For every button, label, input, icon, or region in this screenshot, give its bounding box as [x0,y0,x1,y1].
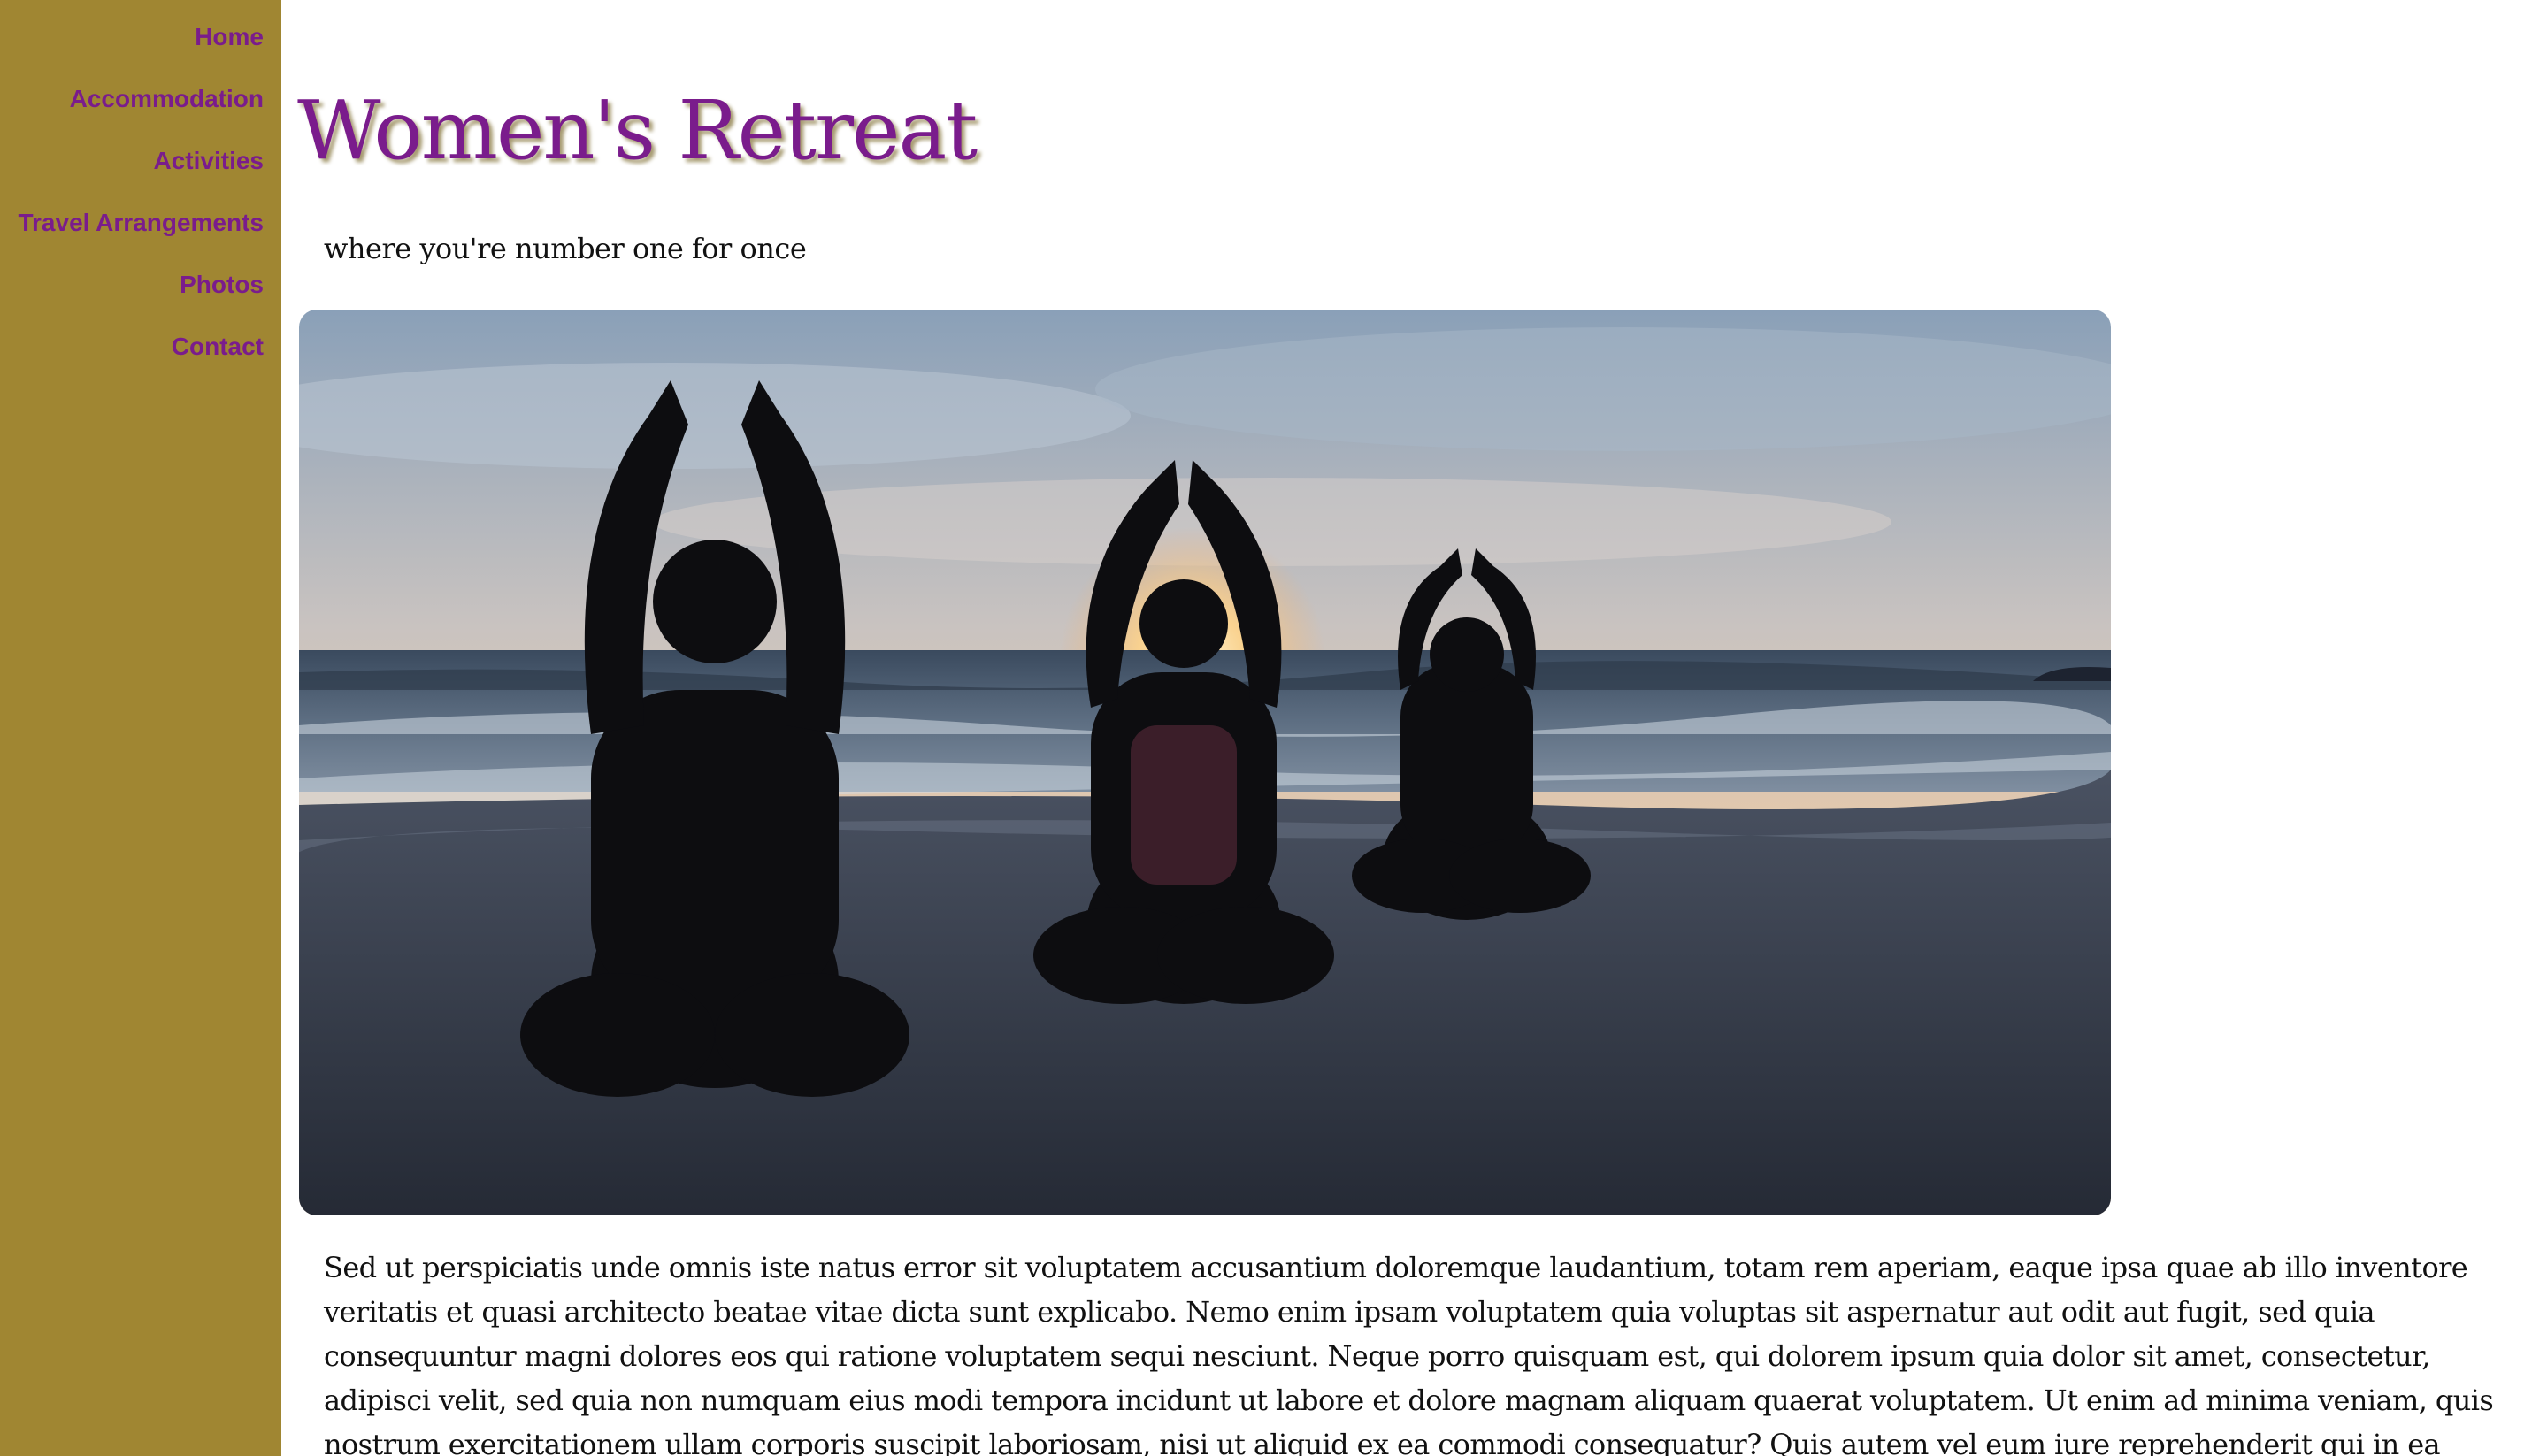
nav-link-activities[interactable]: Activities [154,147,265,174]
nav-item-accommodation: Accommodation [18,81,264,143]
intro-paragraph: Sed ut perspiciatis unde omnis iste natu… [324,1251,2494,1456]
hero-image [299,310,2111,1215]
nav-link-contact[interactable]: Contact [172,333,264,360]
nav-item-photos: Photos [18,267,264,329]
nav-item-travel-arrangements: Travel Arrangements [18,205,264,267]
nav-item-contact: Contact [18,329,264,391]
nav-link-travel-arrangements[interactable]: Travel Arrangements [18,209,264,236]
nav-item-activities: Activities [18,143,265,205]
nav-link-photos[interactable]: Photos [180,271,264,298]
nav-link-home[interactable]: Home [195,23,264,50]
nav-item-home: Home [18,19,264,81]
nav-link-accommodation[interactable]: Accommodation [70,85,264,112]
main-nav: Home Accommodation Activities Travel Arr… [18,19,264,391]
page-title: Women's Retreat [297,83,978,178]
sidebar: Home Accommodation Activities Travel Arr… [0,0,281,1456]
yoga-beach-sunset-photo [299,310,2111,1215]
page-tagline: where you're number one for once [324,232,807,265]
